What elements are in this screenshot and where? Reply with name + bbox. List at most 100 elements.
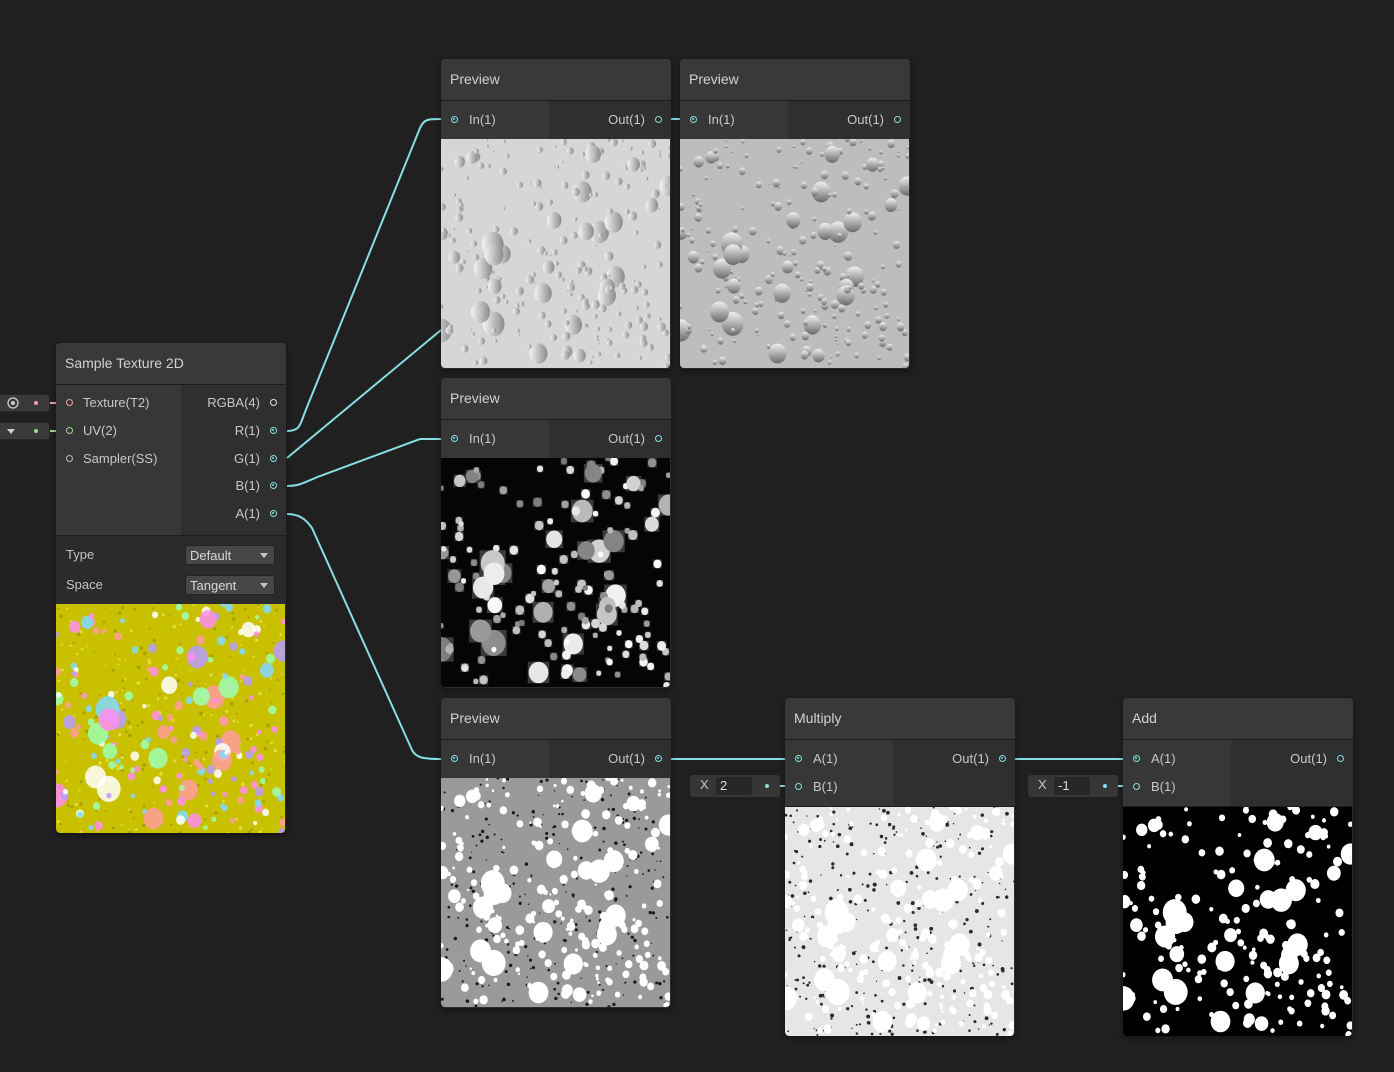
node-title[interactable]: Multiply: [785, 698, 1015, 740]
node-title[interactable]: Preview: [441, 698, 671, 740]
multiply-ports: A(1) B(1) Out(1): [785, 740, 1015, 807]
preview-node-g[interactable]: Preview In(1) Out(1): [680, 59, 910, 369]
port-out[interactable]: Out(1): [1290, 749, 1344, 769]
multiply-b-axis-label: X: [700, 777, 709, 792]
preview-node-r[interactable]: Preview In(1) Out(1): [441, 59, 671, 369]
preview-node-b[interactable]: Preview In(1) Out(1): [441, 378, 671, 688]
space-setting: Space Tangent: [56, 575, 285, 597]
port-sampler-label: Sampler(SS): [83, 451, 158, 466]
node-title[interactable]: Sample Texture 2D: [56, 343, 286, 385]
port-uv[interactable]: UV(2): [64, 421, 117, 441]
add-b-axis-label: X: [1038, 777, 1047, 792]
port-a-icon: [1133, 755, 1140, 762]
wire-b-to-preview: [286, 438, 441, 487]
port-r-icon: [270, 427, 277, 434]
preview-ports: In(1) Out(1): [680, 101, 910, 140]
port-out[interactable]: Out(1): [952, 749, 1006, 769]
sample-texture-ports: Texture(T2) UV(2) Sampler(SS) RGBA(4) R(…: [56, 385, 286, 536]
port-b[interactable]: B(1): [235, 476, 277, 496]
port-out-label: Out(1): [847, 112, 884, 127]
normal-map-preview: [56, 604, 285, 833]
add-ports: A(1) B(1) Out(1): [1123, 740, 1353, 807]
wire-g-to-preview: [286, 329, 442, 459]
port-in[interactable]: In(1): [451, 749, 496, 769]
node-title[interactable]: Preview: [680, 59, 910, 101]
uv-channel-stub[interactable]: [0, 422, 50, 440]
port-g-icon: [270, 455, 277, 462]
port-b-icon: [270, 482, 277, 489]
port-a-icon: [270, 510, 277, 517]
port-out[interactable]: Out(1): [608, 749, 662, 769]
port-out-label: Out(1): [608, 431, 645, 446]
port-in-icon: [690, 116, 697, 123]
caret-down-icon: [260, 583, 268, 588]
type-setting: Type Default: [56, 545, 285, 567]
sample-texture-2d-node[interactable]: Sample Texture 2D Texture(T2) UV(2) Samp…: [56, 343, 286, 833]
port-out[interactable]: Out(1): [608, 110, 662, 130]
port-b[interactable]: B(1): [795, 777, 838, 797]
space-value: Tangent: [190, 578, 237, 593]
type-dropdown[interactable]: Default: [185, 545, 275, 565]
port-b[interactable]: B(1): [1133, 777, 1176, 797]
port-a[interactable]: A(1): [1133, 749, 1176, 769]
output-column: Out(1): [788, 101, 910, 139]
output-column: Out(1): [549, 740, 671, 778]
port-out[interactable]: Out(1): [608, 429, 662, 449]
port-r[interactable]: R(1): [235, 421, 277, 441]
port-rgba-label: RGBA(4): [207, 395, 260, 410]
wire-a-to-preview: [286, 513, 442, 760]
port-sampler[interactable]: Sampler(SS): [64, 449, 157, 469]
port-g[interactable]: G(1): [234, 449, 277, 469]
port-rgba[interactable]: RGBA(4): [207, 393, 277, 413]
space-dropdown[interactable]: Tangent: [185, 575, 275, 595]
port-out-icon: [1337, 755, 1344, 762]
port-a[interactable]: A(1): [795, 749, 838, 769]
port-in-icon: [451, 116, 458, 123]
preview-ports: In(1) Out(1): [441, 740, 671, 779]
preview-ports: In(1) Out(1): [441, 101, 671, 140]
port-in-icon: [451, 435, 458, 442]
preview-node-a[interactable]: Preview In(1) Out(1): [441, 698, 671, 1008]
type-label: Type: [66, 547, 95, 562]
port-in[interactable]: In(1): [690, 110, 735, 130]
node-title[interactable]: Add: [1123, 698, 1353, 740]
port-out-label: Out(1): [1290, 751, 1327, 766]
port-texture[interactable]: Texture(T2): [64, 393, 149, 413]
add-preview: [1123, 807, 1352, 1036]
multiply-b-value-input[interactable]: 2: [716, 777, 752, 795]
port-out-icon: [894, 116, 901, 123]
mask-preview-b: [441, 458, 670, 687]
type-value: Default: [190, 548, 232, 563]
add-b-connector-icon: [1103, 784, 1107, 788]
port-texture-icon: [66, 399, 73, 406]
add-node[interactable]: Add A(1) B(1) Out(1): [1123, 698, 1353, 1036]
multiply-preview: [785, 807, 1014, 1036]
multiply-b-field: X 2: [690, 775, 780, 797]
port-b-icon: [795, 783, 802, 790]
texture-dot-icon: [34, 401, 38, 405]
port-out-label: Out(1): [608, 112, 645, 127]
port-uv-icon: [66, 427, 73, 434]
node-title[interactable]: Preview: [441, 378, 671, 420]
target-icon: [7, 397, 19, 409]
port-in[interactable]: In(1): [451, 429, 496, 449]
port-a[interactable]: A(1): [235, 504, 277, 524]
space-label: Space: [66, 577, 103, 592]
add-b-value-input[interactable]: -1: [1054, 777, 1090, 795]
port-out-icon: [655, 435, 662, 442]
alpha-preview: [441, 778, 670, 1007]
texture-asset-stub[interactable]: [0, 394, 50, 412]
input-column: A(1) B(1): [1123, 740, 1231, 806]
output-column: Out(1): [893, 740, 1015, 806]
port-in[interactable]: In(1): [451, 110, 496, 130]
input-column: In(1): [441, 740, 549, 778]
uv-dot-icon: [34, 429, 38, 433]
port-a-icon: [795, 755, 802, 762]
input-column: In(1): [441, 101, 549, 139]
port-rgba-icon: [270, 399, 277, 406]
multiply-node[interactable]: Multiply A(1) B(1) Out(1): [785, 698, 1015, 1036]
input-column: In(1): [680, 101, 788, 139]
node-title[interactable]: Preview: [441, 59, 671, 101]
multiply-b-connector-icon: [765, 784, 769, 788]
port-out[interactable]: Out(1): [847, 110, 901, 130]
